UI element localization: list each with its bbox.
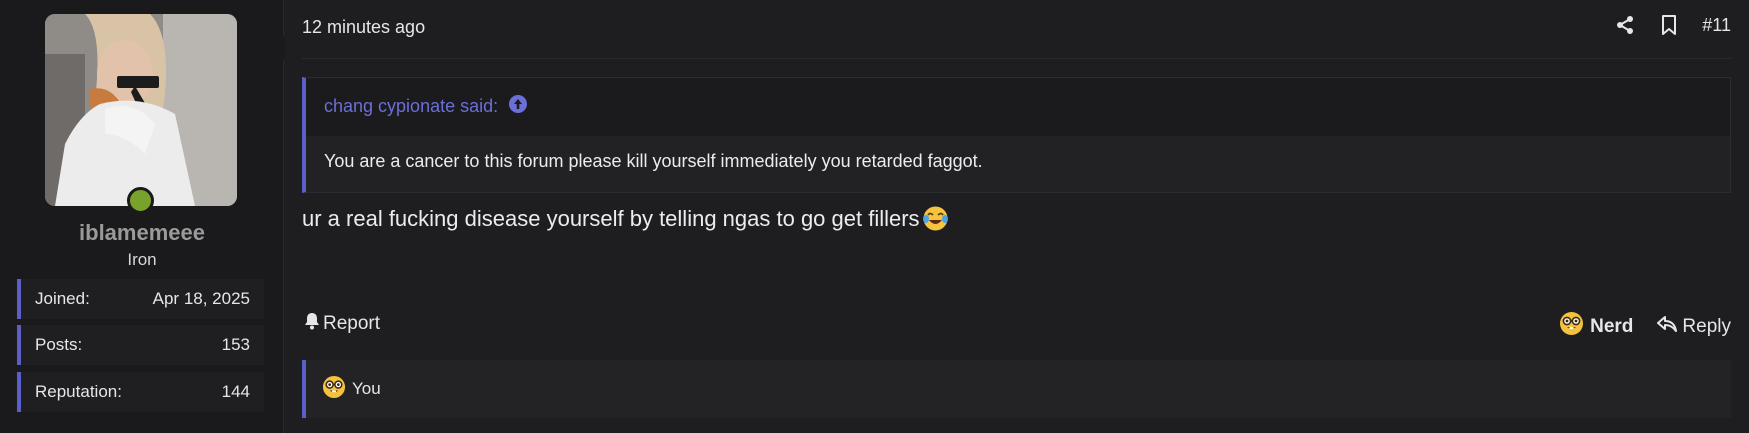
tears-of-joy-emoji [922, 205, 949, 232]
react-button[interactable]: Nerd [1559, 311, 1633, 342]
stat-joined: Joined: Apr 18, 2025 [17, 279, 264, 319]
stat-label: Reputation: [35, 382, 122, 401]
reply-label: Reply [1682, 315, 1731, 337]
username[interactable]: iblamemeee [0, 220, 284, 246]
avatar[interactable] [45, 14, 237, 206]
stat-label: Posts: [35, 335, 83, 354]
report-button[interactable]: Report [304, 312, 380, 336]
avatar-image [45, 14, 237, 206]
post-date[interactable]: 12 minutes ago [302, 17, 425, 38]
reply-button[interactable]: Reply [1657, 315, 1731, 339]
react-label: Nerd [1590, 315, 1634, 337]
quote-author-text: chang cypionate said: [324, 96, 499, 116]
user-sidebar: iblamemeee Iron Joined: Apr 18, 2025 Pos… [0, 0, 295, 433]
reply-arrow-icon [1657, 315, 1678, 339]
quote-body: You are a cancer to this forum please ki… [306, 136, 1730, 192]
arrow-up-circle-icon[interactable] [508, 94, 528, 119]
nerd-face-emoji [1559, 311, 1584, 342]
reactions-bar[interactable]: You [302, 360, 1731, 418]
post-number[interactable]: #11 [1702, 15, 1731, 36]
online-status-indicator [127, 187, 154, 214]
stat-value: Apr 18, 2025 [152, 289, 250, 308]
forum-post: iblamemeee Iron Joined: Apr 18, 2025 Pos… [0, 0, 1749, 433]
post-footer-actions: Nerd Reply [1559, 311, 1731, 342]
reactions-text: You [352, 379, 381, 398]
stat-label: Joined: [35, 289, 90, 308]
stat-value: 153 [221, 335, 250, 354]
post-main: 12 minutes ago #11 chang cypionate said:… [285, 0, 1749, 433]
post-header-actions: #11 [1614, 14, 1731, 36]
stat-posts: Posts: 153 [17, 325, 264, 365]
header-divider [302, 58, 1731, 59]
quote-author-link[interactable]: chang cypionate said: [324, 94, 528, 119]
user-title: Iron [127, 250, 157, 269]
bell-icon [304, 312, 320, 336]
quote-block: chang cypionate said: You are a cancer t… [302, 77, 1731, 193]
report-label: Report [323, 313, 381, 334]
post-message-text: ur a real fucking disease yourself by te… [302, 205, 920, 231]
stat-value: 144 [221, 382, 250, 401]
bookmark-icon[interactable] [1658, 14, 1680, 36]
nerd-face-emoji [322, 375, 346, 404]
stat-reputation: Reputation: 144 [17, 372, 264, 412]
share-icon[interactable] [1614, 14, 1636, 36]
post-message: ur a real fucking disease yourself by te… [302, 205, 949, 232]
